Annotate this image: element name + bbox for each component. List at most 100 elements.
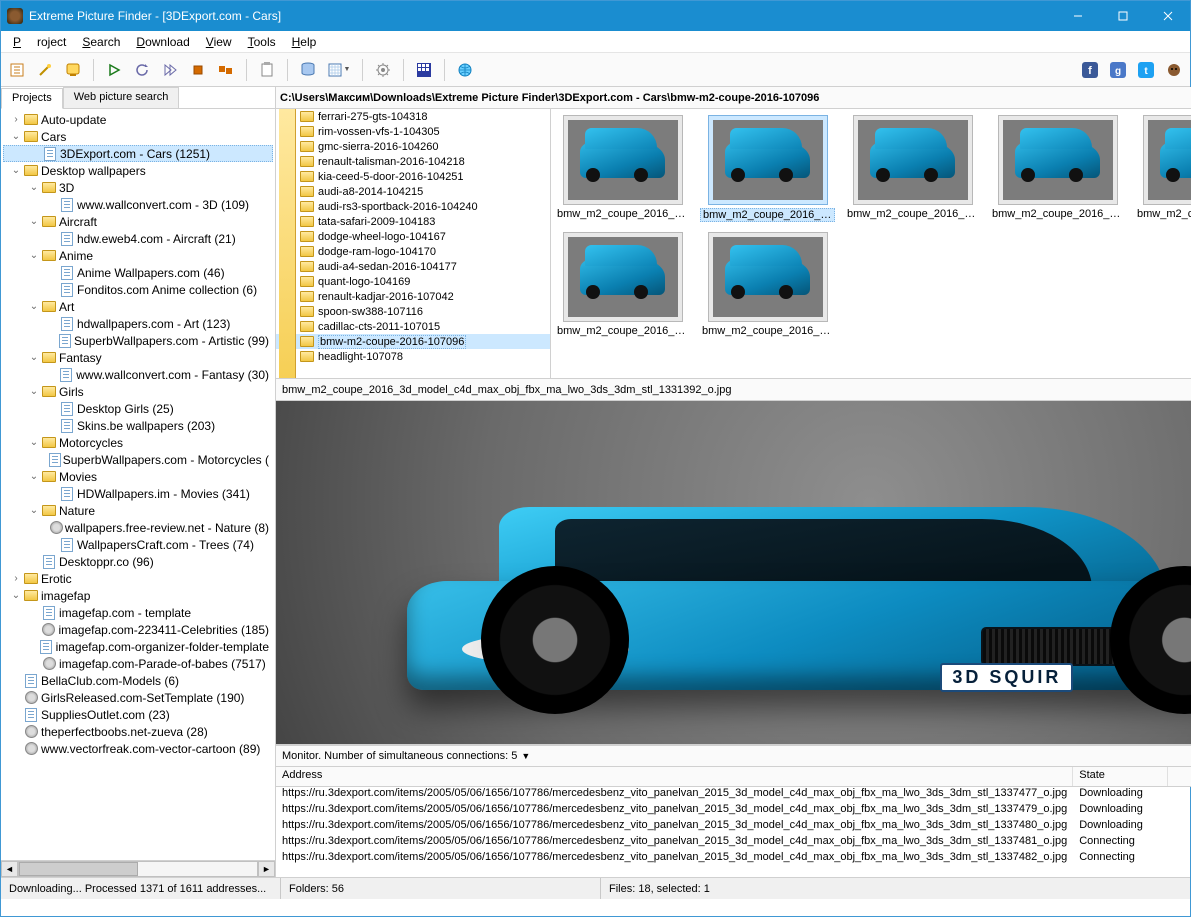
thumbnail[interactable]: bmw_m2_coupe_2016_3d... (700, 232, 835, 337)
twitter-icon[interactable]: t (1134, 58, 1158, 82)
folder-item[interactable]: headlight-107078 (276, 349, 550, 364)
tree-item[interactable]: Fonditos.com Anime collection (6) (3, 281, 273, 298)
settings-icon[interactable] (371, 58, 395, 82)
maximize-button[interactable] (1100, 1, 1145, 31)
folder-item[interactable]: quant-logo-104169 (276, 274, 550, 289)
menu-download[interactable]: Download (128, 33, 197, 51)
folder-list[interactable]: ferrari-275-gts-104318rim-vossen-vfs-1-1… (276, 109, 551, 378)
folder-item[interactable]: spoon-sw388-107116 (276, 304, 550, 319)
menu-view[interactable]: View (198, 33, 240, 51)
menu-project[interactable]: Project (5, 33, 74, 51)
expand-icon[interactable]: ⌄ (27, 386, 41, 397)
folder-item[interactable]: kia-ceed-5-door-2016-104251 (276, 169, 550, 184)
tree-item[interactable]: SuppliesOutlet.com (23) (3, 706, 273, 723)
monkey-icon[interactable] (1162, 58, 1186, 82)
expand-icon[interactable]: ⌄ (27, 471, 41, 482)
clipboard-icon[interactable] (255, 58, 279, 82)
expand-icon[interactable]: ⌄ (27, 216, 41, 227)
tree-item[interactable]: 3DExport.com - Cars (1251) (3, 145, 273, 162)
tab-projects[interactable]: Projects (1, 88, 63, 109)
tree-item[interactable]: imagefap.com-organizer-folder-template (3, 638, 273, 655)
calendar-icon[interactable]: ▼ (324, 58, 354, 82)
col-state[interactable]: State (1073, 767, 1168, 786)
scroll-left-icon[interactable]: ◄ (1, 861, 18, 877)
expand-icon[interactable]: ⌄ (9, 165, 23, 176)
col-address[interactable]: Address (276, 767, 1073, 786)
tree-item[interactable]: hdw.eweb4.com - Aircraft (21) (3, 230, 273, 247)
tree-item[interactable]: imagefap.com-223411-Celebrities (185) (3, 621, 273, 638)
download-header[interactable]: Address State Size Progress Speed (276, 767, 1191, 787)
tree-item[interactable]: ⌄Cars (3, 128, 273, 145)
download-row[interactable]: https://ru.3dexport.com/items/2005/05/06… (276, 819, 1191, 835)
tree-item[interactable]: www.wallconvert.com - 3D (109) (3, 196, 273, 213)
tree-item[interactable]: ⌄Desktop wallpapers (3, 162, 273, 179)
tree-item[interactable]: HDWallpapers.im - Movies (341) (3, 485, 273, 502)
wizard-icon[interactable] (33, 58, 57, 82)
tree-item[interactable]: wallpapers.free-review.net - Nature (8) (3, 519, 273, 536)
tree-item[interactable]: ⌄Aircraft (3, 213, 273, 230)
folder-item[interactable]: gmc-sierra-2016-104260 (276, 139, 550, 154)
facebook-icon[interactable]: f (1078, 58, 1102, 82)
expand-icon[interactable]: ⌄ (27, 182, 41, 193)
thumbnail-pane[interactable]: bmw_m2_coupe_2016_3d...bmw_m2_coupe_2016… (551, 109, 1191, 378)
tree-item[interactable]: SuperbWallpapers.com - Motorcycles ( (3, 451, 273, 468)
tree-item[interactable]: hdwallpapers.com - Art (123) (3, 315, 273, 332)
tree-item[interactable]: imagefap.com - template (3, 604, 273, 621)
download-row[interactable]: https://ru.3dexport.com/items/2005/05/06… (276, 803, 1191, 819)
folder-item[interactable]: dodge-ram-logo-104170 (276, 244, 550, 259)
folder-item[interactable]: tata-safari-2009-104183 (276, 214, 550, 229)
folder-item[interactable]: cadillac-cts-2011-107015 (276, 319, 550, 334)
project-tree[interactable]: ›Auto-update⌄Cars3DExport.com - Cars (12… (1, 109, 275, 860)
thumbnail[interactable]: bmw_m2_coupe_2016_3d... (845, 115, 980, 222)
tree-item[interactable]: ›Auto-update (3, 111, 273, 128)
tree-item[interactable]: ⌄imagefap (3, 587, 273, 604)
play-icon[interactable] (102, 58, 126, 82)
expand-icon[interactable]: ⌄ (9, 590, 23, 601)
tree-item[interactable]: ⌄Fantasy (3, 349, 273, 366)
thumbnail[interactable]: bmw_m2_coupe_2016_3d... (990, 115, 1125, 222)
col-size[interactable]: Size (1168, 767, 1191, 786)
expand-icon[interactable]: ⌄ (27, 505, 41, 516)
tree-item[interactable]: Skins.be wallpapers (203) (3, 417, 273, 434)
scroll-thumb[interactable] (19, 862, 138, 876)
download-row[interactable]: https://ru.3dexport.com/items/2005/05/06… (276, 787, 1191, 803)
folder-item[interactable]: audi-a4-sedan-2016-104177 (276, 259, 550, 274)
menu-help[interactable]: Help (284, 33, 325, 51)
folder-item[interactable]: dodge-wheel-logo-104167 (276, 229, 550, 244)
tree-item[interactable]: ⌄Anime (3, 247, 273, 264)
menu-tools[interactable]: Tools (240, 33, 284, 51)
tree-item[interactable]: ⌄Movies (3, 468, 273, 485)
expand-icon[interactable]: ⌄ (27, 301, 41, 312)
tree-item[interactable]: theperfectboobs.net-zueva (28) (3, 723, 273, 740)
tree-item[interactable]: Desktop Girls (25) (3, 400, 273, 417)
thumbnail[interactable]: bmw_m2_coupe_2016_3d... (555, 232, 690, 337)
expand-icon[interactable]: ⌄ (27, 352, 41, 363)
folder-item[interactable]: audi-a8-2014-104215 (276, 184, 550, 199)
preview-filename-bar[interactable]: bmw_m2_coupe_2016_3d_model_c4d_max_obj_f… (276, 379, 1191, 401)
scroll-right-icon[interactable]: ► (258, 861, 275, 877)
tree-item[interactable]: www.wallconvert.com - Fantasy (30) (3, 366, 273, 383)
expand-icon[interactable]: ⌄ (9, 131, 23, 142)
monitor-bar[interactable]: Monitor. Number of simultaneous connecti… (276, 745, 1191, 767)
folder-item[interactable]: audi-rs3-sportback-2016-104240 (276, 199, 550, 214)
tree-item[interactable]: imagefap.com-Parade-of-babes (7517) (3, 655, 273, 672)
thumbnail[interactable]: bmw_m2_coupe_2016_3d... (555, 115, 690, 222)
folder-item[interactable]: bmw-m2-coupe-2016-107096 (276, 334, 550, 349)
tree-item[interactable]: ⌄Motorcycles (3, 434, 273, 451)
stop-all-icon[interactable] (214, 58, 238, 82)
folder-item[interactable]: ferrari-275-gts-104318 (276, 109, 550, 124)
grid-icon[interactable] (412, 58, 436, 82)
tree-item[interactable]: ⌄Nature (3, 502, 273, 519)
thumbnail[interactable]: bmw_m2_coupe_2016_3d... (1135, 115, 1191, 222)
stop-icon[interactable] (186, 58, 210, 82)
tree-item[interactable]: www.vectorfreak.com-vector-cartoon (89) (3, 740, 273, 757)
globe-icon[interactable] (453, 58, 477, 82)
folder-item[interactable]: rim-vossen-vfs-1-104305 (276, 124, 550, 139)
tab-web-search[interactable]: Web picture search (63, 87, 180, 108)
tree-item[interactable]: Anime Wallpapers.com (46) (3, 264, 273, 281)
download-row[interactable]: https://ru.3dexport.com/items/2005/05/06… (276, 835, 1191, 851)
expand-icon[interactable]: ⌄ (27, 250, 41, 261)
tree-item[interactable]: ⌄Girls (3, 383, 273, 400)
scroll-track[interactable] (18, 861, 258, 877)
tree-item[interactable]: WallpapersCraft.com - Trees (74) (3, 536, 273, 553)
